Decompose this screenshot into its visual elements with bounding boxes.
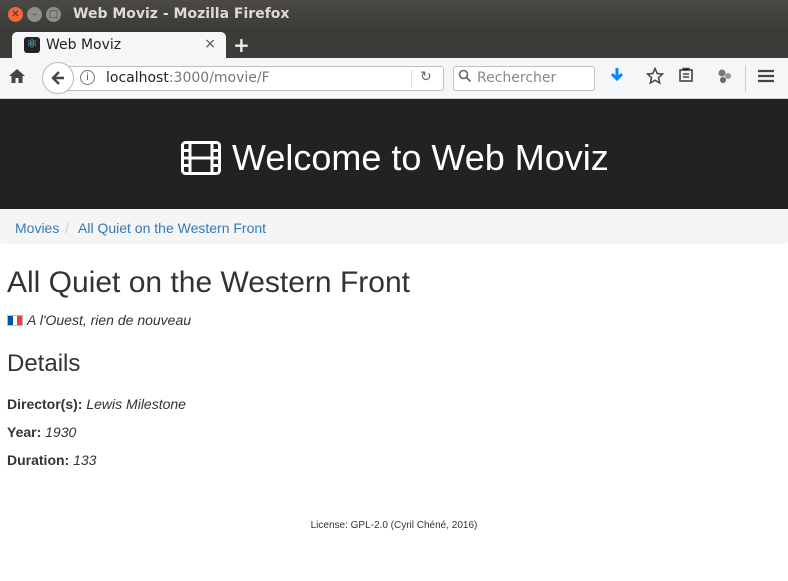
year-value: 1930 [45,424,77,440]
license-footer: License: GPL-2.0 (Cyril Chéné, 2016) [310,520,478,531]
back-button[interactable] [42,62,74,94]
breadcrumb-movies-link[interactable]: Movies [15,220,59,236]
search-icon [458,69,472,87]
url-divider [411,70,412,87]
url-text[interactable]: localhost:3000/movie/F [106,70,270,86]
navigation-toolbar: i localhost:3000/movie/F ↻ Rechercher [0,58,788,99]
duration-value: 133 [73,452,97,468]
site-info-icon[interactable]: i [80,70,95,85]
new-tab-button[interactable]: + [233,33,250,57]
duration-label: Duration: [7,452,74,468]
year-row: Year: 1930 [7,424,76,440]
reload-icon[interactable]: ↻ [420,69,432,85]
original-title: A l'Ouest, rien de nouveau [27,312,192,328]
tab-close-icon[interactable]: × [204,36,216,52]
breadcrumb-separator: / [65,220,69,236]
tab-strip: ⚛ Web Moviz × + [0,30,788,59]
window-titlebar: ✕ – □ Web Moviz - Mozilla Firefox [0,0,788,30]
breadcrumb: Movies / All Quiet on the Western Front [0,209,788,244]
bookmark-star-icon[interactable] [645,66,665,90]
page-header: Welcome to Web Moviz [0,99,788,209]
extension-icon[interactable] [716,67,734,90]
home-icon[interactable] [8,67,26,90]
window-close-button[interactable]: ✕ [8,7,23,22]
movie-title: All Quiet on the Western Front [7,266,410,299]
reading-list-icon[interactable] [678,67,694,88]
react-favicon-icon: ⚛ [24,37,40,53]
window-title: Web Moviz - Mozilla Firefox [73,6,290,22]
film-icon [181,141,221,179]
director-value: Lewis Milestone [86,396,186,412]
french-flag-icon [7,315,23,326]
breadcrumb-current-movie-link[interactable]: All Quiet on the Western Front [78,220,266,236]
director-label: Director(s): [7,396,87,412]
toolbar-divider [745,65,746,92]
site-title: Welcome to Web Moviz [232,137,609,178]
url-bar[interactable]: i localhost:3000/movie/F ↻ [66,66,444,91]
window-maximize-button[interactable]: □ [46,7,61,22]
year-label: Year: [7,424,46,440]
tab-label: Web Moviz [46,37,122,53]
search-placeholder: Rechercher [477,70,557,86]
window-minimize-button[interactable]: – [27,7,42,22]
tab-web-moviz[interactable]: ⚛ Web Moviz × [12,32,226,59]
director-row: Director(s): Lewis Milestone [7,396,186,412]
download-icon[interactable] [609,67,625,90]
details-heading: Details [7,350,81,377]
duration-row: Duration: 133 [7,452,96,468]
hamburger-menu-icon[interactable] [758,67,774,88]
search-input[interactable]: Rechercher [453,66,595,91]
